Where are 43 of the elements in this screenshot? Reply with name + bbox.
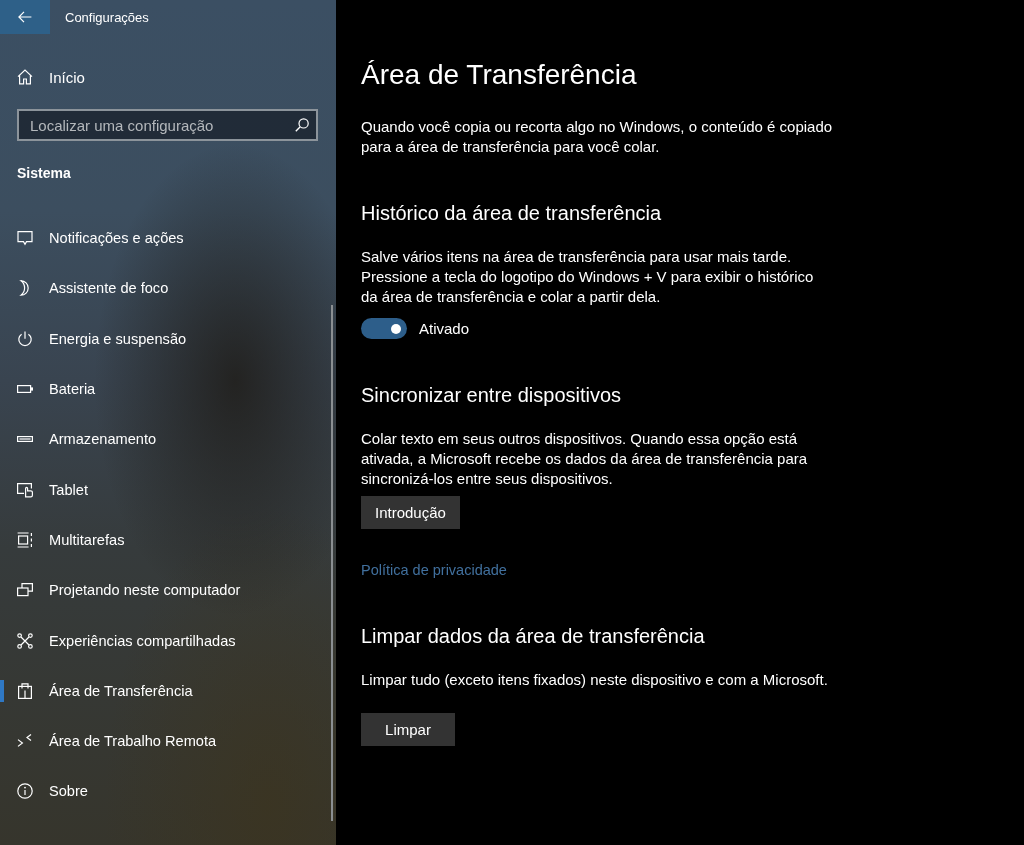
chevrons-icon (17, 733, 33, 750)
section-description: Limpar tudo (exceto itens fixados) neste dispositivo e com a Microsoft. (361, 670, 829, 690)
section-label: Sistema (17, 164, 72, 183)
nav-item[interactable]: Armazenamento (0, 414, 326, 465)
scrollbar[interactable] (331, 305, 333, 821)
toggle-switch[interactable] (361, 318, 407, 339)
nav-item[interactable]: Assistente de foco (0, 263, 326, 314)
window-title: Configurações (65, 9, 149, 25)
back-button[interactable] (0, 0, 50, 34)
nav-item[interactable]: Área de Transferência (0, 665, 326, 716)
nav-item[interactable]: Energia e suspensão (0, 313, 326, 364)
nav-item[interactable]: Multitarefas (0, 514, 326, 566)
info-icon (17, 783, 33, 800)
page-title: Área de Transferência (361, 58, 637, 92)
power-icon (17, 330, 33, 347)
action-button[interactable]: Introdução (361, 496, 460, 529)
multitask-icon (17, 531, 33, 548)
speech-bubble-icon (17, 230, 33, 247)
section-heading: Sincronizar entre dispositivos (361, 383, 622, 408)
section-description: Colar texto em seus outros dispositivos. Quando essa opção está ativada, a Microsoft recebe os dados da área de transferência para sincronizá-los entre seus dispositivos. (361, 429, 809, 489)
privacy-link[interactable]: Política de privacidade (361, 560, 507, 580)
home-link[interactable]: Início (0, 59, 336, 95)
nav-item[interactable]: Notificações e ações (0, 213, 326, 264)
action-button[interactable]: Limpar (361, 713, 455, 746)
nav-item[interactable]: Experiências compartilhadas (0, 615, 326, 666)
overlapping-screens-icon (17, 582, 33, 599)
nav-item[interactable]: Área de Trabalho Remota (0, 715, 326, 767)
search-field[interactable]: Localizar uma configuração (17, 109, 318, 141)
section-heading: Histórico da área de transferência (361, 201, 662, 226)
section-heading: Limpar dados da área de transferência (361, 624, 705, 649)
tablet-touch-icon (17, 481, 33, 498)
toggle-label: Ativado (419, 320, 470, 337)
section-description: Salve vários itens na área de transferência para usar mais tarde. Pressione a tecla do logotipo do Windows + V para exibir o histórico da área de transferência e colar a partir dela. (361, 247, 815, 307)
nav-item[interactable]: Sobre (0, 766, 326, 817)
search-icon (295, 118, 309, 132)
nav-item[interactable]: Projetando neste computador (0, 565, 326, 616)
nav-item[interactable]: Bateria (0, 363, 326, 415)
connected-nodes-icon (17, 632, 33, 649)
home-icon (17, 69, 33, 85)
intro-text: Quando você copia ou recorta algo no Windows, o conteúdo é copiado para a área de transferência para você colar. (361, 117, 833, 157)
back-arrow-icon (18, 11, 32, 23)
nav-item[interactable]: Tablet (0, 464, 326, 515)
clipboard-icon (17, 682, 33, 699)
